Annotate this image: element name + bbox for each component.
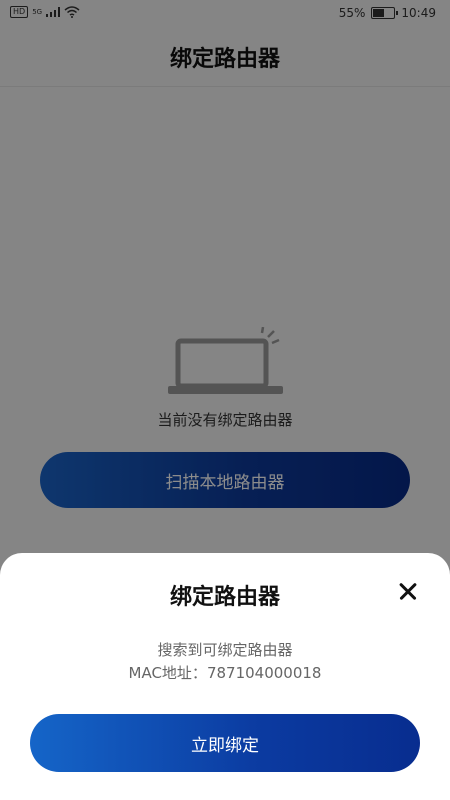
bind-now-button[interactable]: 立即绑定: [30, 714, 420, 772]
mac-address-line: MAC地址：787104000018: [0, 662, 450, 683]
mac-address-value: 787104000018: [206, 664, 322, 682]
sheet-title: 绑定路由器: [169, 585, 280, 610]
bind-router-sheet: 绑定路由器 搜索到可绑定路由器 MAC地址：787104000018 立即绑定: [0, 553, 450, 800]
mac-address-label: MAC地址：: [128, 664, 207, 682]
close-icon[interactable]: [396, 579, 420, 603]
found-router-text: 搜索到可绑定路由器: [157, 641, 293, 659]
